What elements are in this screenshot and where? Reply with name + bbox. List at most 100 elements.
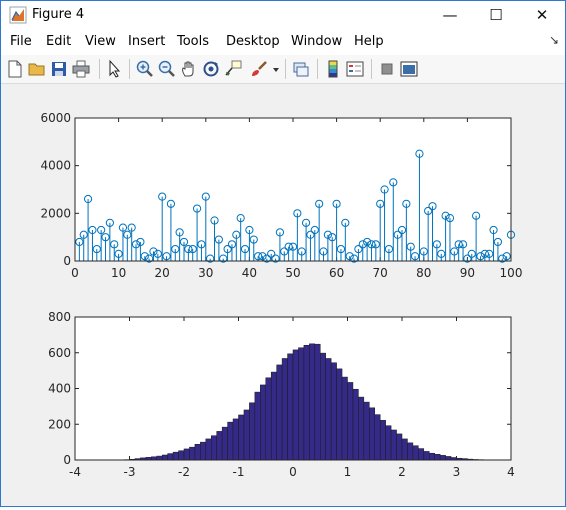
brush-dropdown-icon[interactable] [271, 59, 281, 79]
stem-plot-x-tick-label: 60 [329, 266, 344, 280]
stem-plot-y-tick-label: 0 [63, 254, 71, 268]
histogram-bar [239, 415, 244, 460]
open-file-icon[interactable] [27, 59, 47, 79]
new-figure-icon[interactable] [5, 59, 25, 79]
histogram-bar [233, 419, 238, 460]
histogram-bar [266, 378, 271, 460]
close-icon: ✕ [536, 6, 549, 24]
stem-plot-x-tick-label: 90 [460, 266, 475, 280]
toolbar-separator [129, 59, 130, 79]
histogram-bar [168, 454, 173, 460]
histogram-bar [217, 431, 222, 460]
histogram-bar [206, 439, 211, 460]
histogram-x-tick-label: -3 [124, 465, 136, 479]
histogram-bar [189, 447, 194, 460]
histogram-x-tick-label: 2 [398, 465, 406, 479]
save-icon[interactable] [49, 59, 69, 79]
histogram-bar [195, 444, 200, 460]
histogram-bar [369, 408, 374, 460]
histogram-bar [435, 454, 440, 460]
histogram-bar [244, 410, 249, 460]
histogram-x-tick-label: 1 [344, 465, 352, 479]
histogram-x-tick-label: -1 [233, 465, 245, 479]
histogram-bar [397, 434, 402, 460]
stem-plot-x-tick-label: 30 [198, 266, 213, 280]
histogram-bar [402, 439, 407, 460]
menu-overflow-icon[interactable]: ↘ [549, 33, 559, 47]
histogram-bar [200, 442, 205, 460]
toolbar-separator [371, 59, 372, 79]
histogram-axes[interactable]: -4-3-2-1012340200400600800 [48, 310, 515, 479]
stem-plot-x-tick-label: 50 [285, 266, 300, 280]
menu-window[interactable]: Window [291, 34, 342, 49]
histogram-bar [348, 382, 353, 460]
close-button[interactable]: ✕ [519, 1, 565, 29]
histogram-bar [184, 449, 189, 460]
figure-canvas[interactable]: 01020304050607080901000200040006000 -4-3… [1, 84, 565, 506]
histogram-x-tick-label: -4 [69, 465, 81, 479]
histogram-bar [320, 353, 325, 460]
stem-plot-axes[interactable]: 01020304050607080901000200040006000 [40, 111, 522, 280]
zoom-out-icon[interactable] [157, 59, 177, 79]
histogram-bar [364, 402, 369, 460]
pan-icon[interactable] [179, 59, 199, 79]
brush-icon[interactable] [249, 59, 269, 79]
figure-window: Figure 4 — ☐ ✕ File Edit View Insert Too… [0, 0, 566, 507]
histogram-bar [440, 455, 445, 460]
histogram-bar [282, 358, 287, 460]
histogram-y-tick-label: 600 [48, 346, 71, 360]
toolbar [1, 55, 565, 84]
legend-icon[interactable] [345, 59, 365, 79]
figure-plots: 01020304050607080901000200040006000 -4-3… [1, 84, 565, 506]
menu-desktop[interactable]: Desktop [226, 34, 280, 49]
zoom-in-icon[interactable] [135, 59, 155, 79]
rotate-3d-icon[interactable] [201, 59, 221, 79]
print-icon[interactable] [71, 59, 91, 79]
histogram-y-tick-label: 0 [63, 453, 71, 467]
pointer-icon[interactable] [105, 59, 125, 79]
data-cursor-icon[interactable] [223, 59, 243, 79]
maximize-icon: ☐ [489, 6, 502, 24]
histogram-bar [413, 446, 418, 460]
histogram-bar [375, 415, 380, 460]
hide-plot-tools-icon[interactable] [377, 59, 397, 79]
histogram-x-tick-label: 3 [453, 465, 461, 479]
histogram-bar [424, 451, 429, 460]
histogram-bar [386, 426, 391, 460]
menu-view[interactable]: View [85, 34, 116, 49]
histogram-bar [173, 452, 178, 460]
menu-edit[interactable]: Edit [46, 34, 71, 49]
show-plot-tools-icon[interactable] [399, 59, 419, 79]
menu-help[interactable]: Help [354, 34, 384, 49]
histogram-bar [418, 449, 423, 460]
toolbar-separator [317, 59, 318, 79]
minimize-button[interactable]: — [427, 1, 473, 29]
histogram-x-tick-label: 4 [507, 465, 515, 479]
histogram-bar [277, 365, 282, 460]
stem-plot-x-tick-label: 40 [242, 266, 257, 280]
maximize-button[interactable]: ☐ [473, 1, 519, 29]
histogram-bar [342, 377, 347, 460]
menu-file[interactable]: File [10, 34, 32, 49]
histogram-bar [315, 344, 320, 460]
menu-insert[interactable]: Insert [128, 34, 165, 49]
histogram-bar [391, 430, 396, 460]
histogram-bar [157, 456, 162, 460]
title-bar[interactable]: Figure 4 — ☐ ✕ [1, 1, 565, 29]
stem-plot-x-tick-label: 70 [373, 266, 388, 280]
histogram-bar [228, 422, 233, 460]
histogram-bar [162, 455, 167, 460]
histogram-bar [429, 453, 434, 460]
stem-plot-y-tick-label: 6000 [40, 111, 71, 125]
link-plot-icon[interactable] [291, 59, 311, 79]
histogram-bar [211, 436, 216, 460]
histogram-bar [337, 369, 342, 460]
colorbar-icon[interactable] [323, 59, 343, 79]
histogram-bar [179, 451, 184, 460]
histogram-bar [358, 397, 363, 460]
menu-tools[interactable]: Tools [177, 34, 209, 49]
histogram-bar [298, 348, 303, 460]
window-title: Figure 4 [32, 7, 84, 22]
stem-plot-x-tick-label: 100 [500, 266, 523, 280]
histogram-bar [249, 403, 254, 460]
